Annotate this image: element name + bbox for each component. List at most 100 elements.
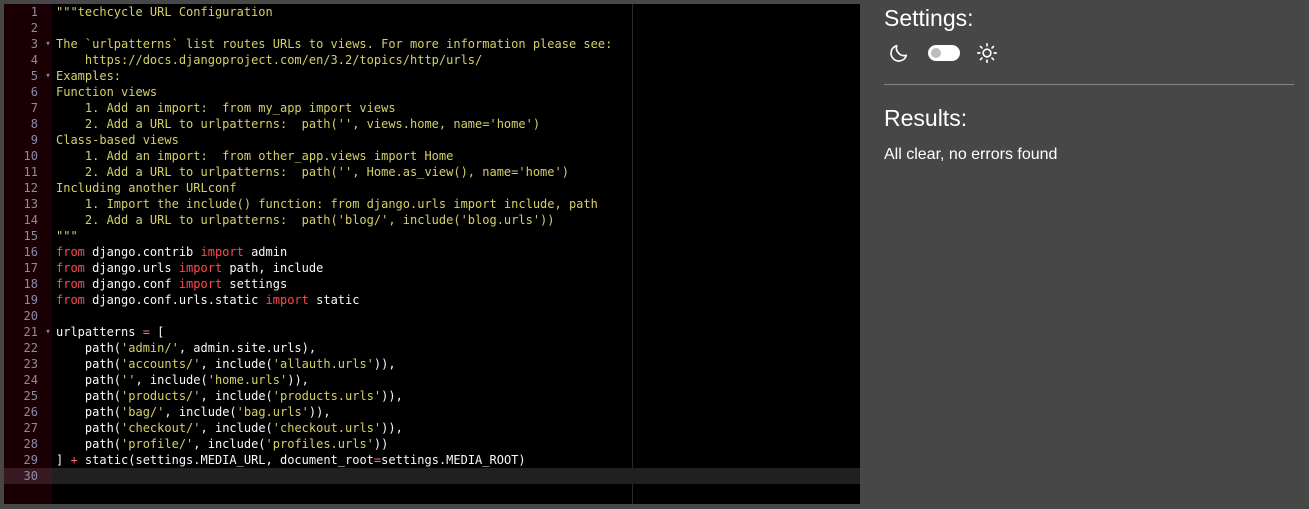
line-number-cell: 27 <box>4 420 52 436</box>
code-token-ident: )) <box>373 437 389 451</box>
settings-heading: Settings: <box>884 5 974 31</box>
code-line[interactable]: 16 from django.contrib import admin <box>4 244 860 260</box>
code-text: 2. Add a URL to urlpatterns: path('blog/… <box>56 212 555 228</box>
line-number: 19 <box>23 293 38 307</box>
line-number-cell: 21 ▾ <box>4 324 52 340</box>
code-line[interactable]: 6 Function views <box>4 84 860 100</box>
theme-toggle[interactable] <box>928 45 960 61</box>
code-text: from django.conf import settings <box>56 276 287 292</box>
code-line[interactable]: 17 from django.urls import path, include <box>4 260 860 276</box>
code-token-comment: Including another URLconf <box>56 181 237 195</box>
line-number: 10 <box>23 149 38 163</box>
fold-toggle-icon[interactable]: ▾ <box>44 68 52 84</box>
code-line[interactable]: 28 path('profile/', include('profiles.ur… <box>4 436 860 452</box>
toggle-knob <box>931 48 941 58</box>
code-text: Examples: <box>56 68 121 84</box>
code-line[interactable]: 10 1. Add an import: from other_app.view… <box>4 148 860 164</box>
line-number: 9 <box>30 133 38 147</box>
code-line[interactable]: 22 path('admin/', admin.site.urls), <box>4 340 860 356</box>
code-token-operator: = <box>142 325 150 339</box>
code-line[interactable]: 25 path('products/', include('products.u… <box>4 388 860 404</box>
code-token-ident: path( <box>56 421 122 435</box>
code-line[interactable]: 15 """ <box>4 228 860 244</box>
code-line[interactable]: 26 path('bag/', include('bag.urls')), <box>4 404 860 420</box>
line-number-cell: 7 <box>4 100 52 116</box>
code-text: urlpatterns = [ <box>56 324 164 340</box>
code-token-ident: path( <box>56 389 122 403</box>
line-number: 4 <box>30 53 38 67</box>
code-token-string: 'admin/' <box>121 341 179 355</box>
code-line[interactable]: 24 path('', include('home.urls')), <box>4 372 860 388</box>
code-line[interactable]: 7 1. Add an import: from my_app import v… <box>4 100 860 116</box>
line-number-cell: 16 <box>4 244 52 260</box>
code-token-comment: 1. Import the include() function: from d… <box>56 197 598 211</box>
code-token-comment: Examples: <box>56 69 122 83</box>
code-token-string: 'allauth.urls' <box>272 357 374 371</box>
code-token-comment: Function views <box>56 85 158 99</box>
line-number: 29 <box>23 453 38 467</box>
code-line[interactable]: 11 2. Add a URL to urlpatterns: path('',… <box>4 164 860 180</box>
fold-toggle-icon[interactable]: ▾ <box>44 36 52 52</box>
code-token-string: 'profile/' <box>121 437 194 451</box>
code-text: path('bag/', include('bag.urls')), <box>56 404 331 420</box>
code-line[interactable]: 19 from django.conf.urls.static import st… <box>4 292 860 308</box>
line-number-cell: 12 <box>4 180 52 196</box>
code-line[interactable]: 8 2. Add a URL to urlpatterns: path('', … <box>4 116 860 132</box>
code-token-comment: Class-based views <box>56 133 179 147</box>
code-token-ident: , include( <box>200 389 273 403</box>
line-number-cell: 1 <box>4 4 52 20</box>
line-number: 26 <box>23 405 38 419</box>
code-line[interactable]: 29] + static(settings.MEDIA_URL, documen… <box>4 452 860 468</box>
line-number-cell: 22 <box>4 340 52 356</box>
code-line[interactable]: 27 path('checkout/', include('checkout.u… <box>4 420 860 436</box>
code-line[interactable]: 18 from django.conf import settings <box>4 276 860 292</box>
code-text: from django.contrib import admin <box>56 244 287 260</box>
line-number: 16 <box>23 245 38 259</box>
line-number: 3 <box>30 37 38 51</box>
code-token-ident: path( <box>56 373 122 387</box>
line-number-cell: 2 <box>4 20 52 36</box>
code-token-ident: path( <box>56 437 122 451</box>
code-token-ident: , include( <box>135 373 208 387</box>
line-number: 20 <box>23 309 38 323</box>
code-token-ident: , admin.site.urls), <box>178 341 317 355</box>
code-line[interactable]: 23 path('accounts/', include('allauth.ur… <box>4 356 860 372</box>
code-line[interactable]: 5 ▾ Examples: <box>4 68 860 84</box>
code-token-keyword: import <box>178 277 223 291</box>
code-line[interactable]: 2 <box>4 20 860 36</box>
code-line[interactable]: 20 <box>4 308 860 324</box>
code-token-ident: , include( <box>200 357 273 371</box>
code-line[interactable]: 14 2. Add a URL to urlpatterns: path('bl… <box>4 212 860 228</box>
code-text: Including another URLconf <box>56 180 237 196</box>
line-number-cell: 19 <box>4 292 52 308</box>
code-line[interactable]: 12 Including another URLconf <box>4 180 860 196</box>
code-token-string: 'home.urls' <box>207 373 288 387</box>
code-text: path('checkout/', include('checkout.urls… <box>56 420 403 436</box>
code-token-ident: )), <box>287 373 309 387</box>
code-text: from django.urls import path, include <box>56 260 323 276</box>
code-token-string: 'checkout/' <box>121 421 201 435</box>
line-number-cell: 13 <box>4 196 52 212</box>
code-line[interactable]: 1 """techcycle URL Configuration <box>4 4 860 20</box>
code-text: """techcycle URL Configuration <box>56 4 273 20</box>
line-number-cell: 17 <box>4 260 52 276</box>
line-number-cell: 26 <box>4 404 52 420</box>
code-line[interactable]: 30 <box>4 468 860 484</box>
code-token-ident: path( <box>56 341 122 355</box>
code-token-string: 'bag/' <box>121 405 165 419</box>
code-token-comment: 1. Add an import: from other_app.views i… <box>56 149 454 163</box>
line-number-cell: 30 <box>4 468 52 484</box>
code-line[interactable]: 9 Class-based views <box>4 132 860 148</box>
code-line[interactable]: 4 https://docs.djangoproject.com/en/3.2/… <box>4 52 860 68</box>
line-number: 8 <box>30 117 38 131</box>
line-number: 12 <box>23 181 38 195</box>
code-token-comment: https://docs.djangoproject.com/en/3.2/to… <box>56 53 483 67</box>
fold-toggle-icon[interactable]: ▾ <box>44 324 52 340</box>
code-editor[interactable]: 1 """techcycle URL Configuration 2 3 ▾ The `u… <box>4 4 860 504</box>
line-number: 5 <box>30 69 38 83</box>
line-number: 13 <box>23 197 38 211</box>
code-line[interactable]: 13 1. Import the include() function: fro… <box>4 196 860 212</box>
code-token-comment: """techcycle URL Configuration <box>56 5 273 19</box>
code-line[interactable]: 21 ▾ urlpatterns = [ <box>4 324 860 340</box>
code-line[interactable]: 3 ▾ The `urlpatterns` list routes URLs to … <box>4 36 860 52</box>
